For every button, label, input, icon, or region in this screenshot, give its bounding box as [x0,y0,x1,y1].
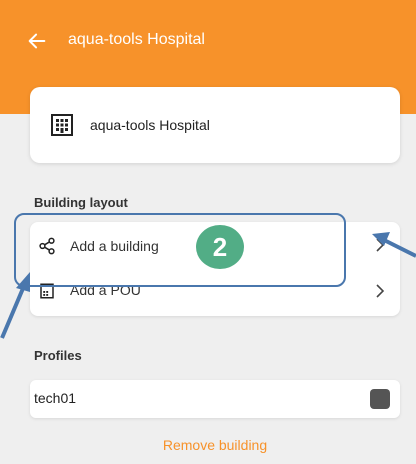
building-layout-heading: Building layout [34,195,128,210]
profile-label: tech01 [34,390,77,406]
profiles-heading: Profiles [34,348,82,363]
building-icon [51,114,73,136]
hospital-name: aqua-tools Hospital [90,117,210,133]
arrow-left-icon[interactable] [26,30,48,52]
profile-row[interactable]: tech01 [30,380,400,418]
profile-checkbox[interactable] [370,389,390,409]
remove-building-button[interactable]: Remove building [0,437,416,453]
step-badge: 2 [196,225,244,269]
annotation-arrow-left [0,272,30,339]
page-title: aqua-tools Hospital [68,31,205,48]
hospital-card: aqua-tools Hospital [30,87,400,163]
annotation-arrow-right [372,232,416,258]
annotation-highlight-box [14,213,346,287]
chevron-right-icon [376,284,385,298]
